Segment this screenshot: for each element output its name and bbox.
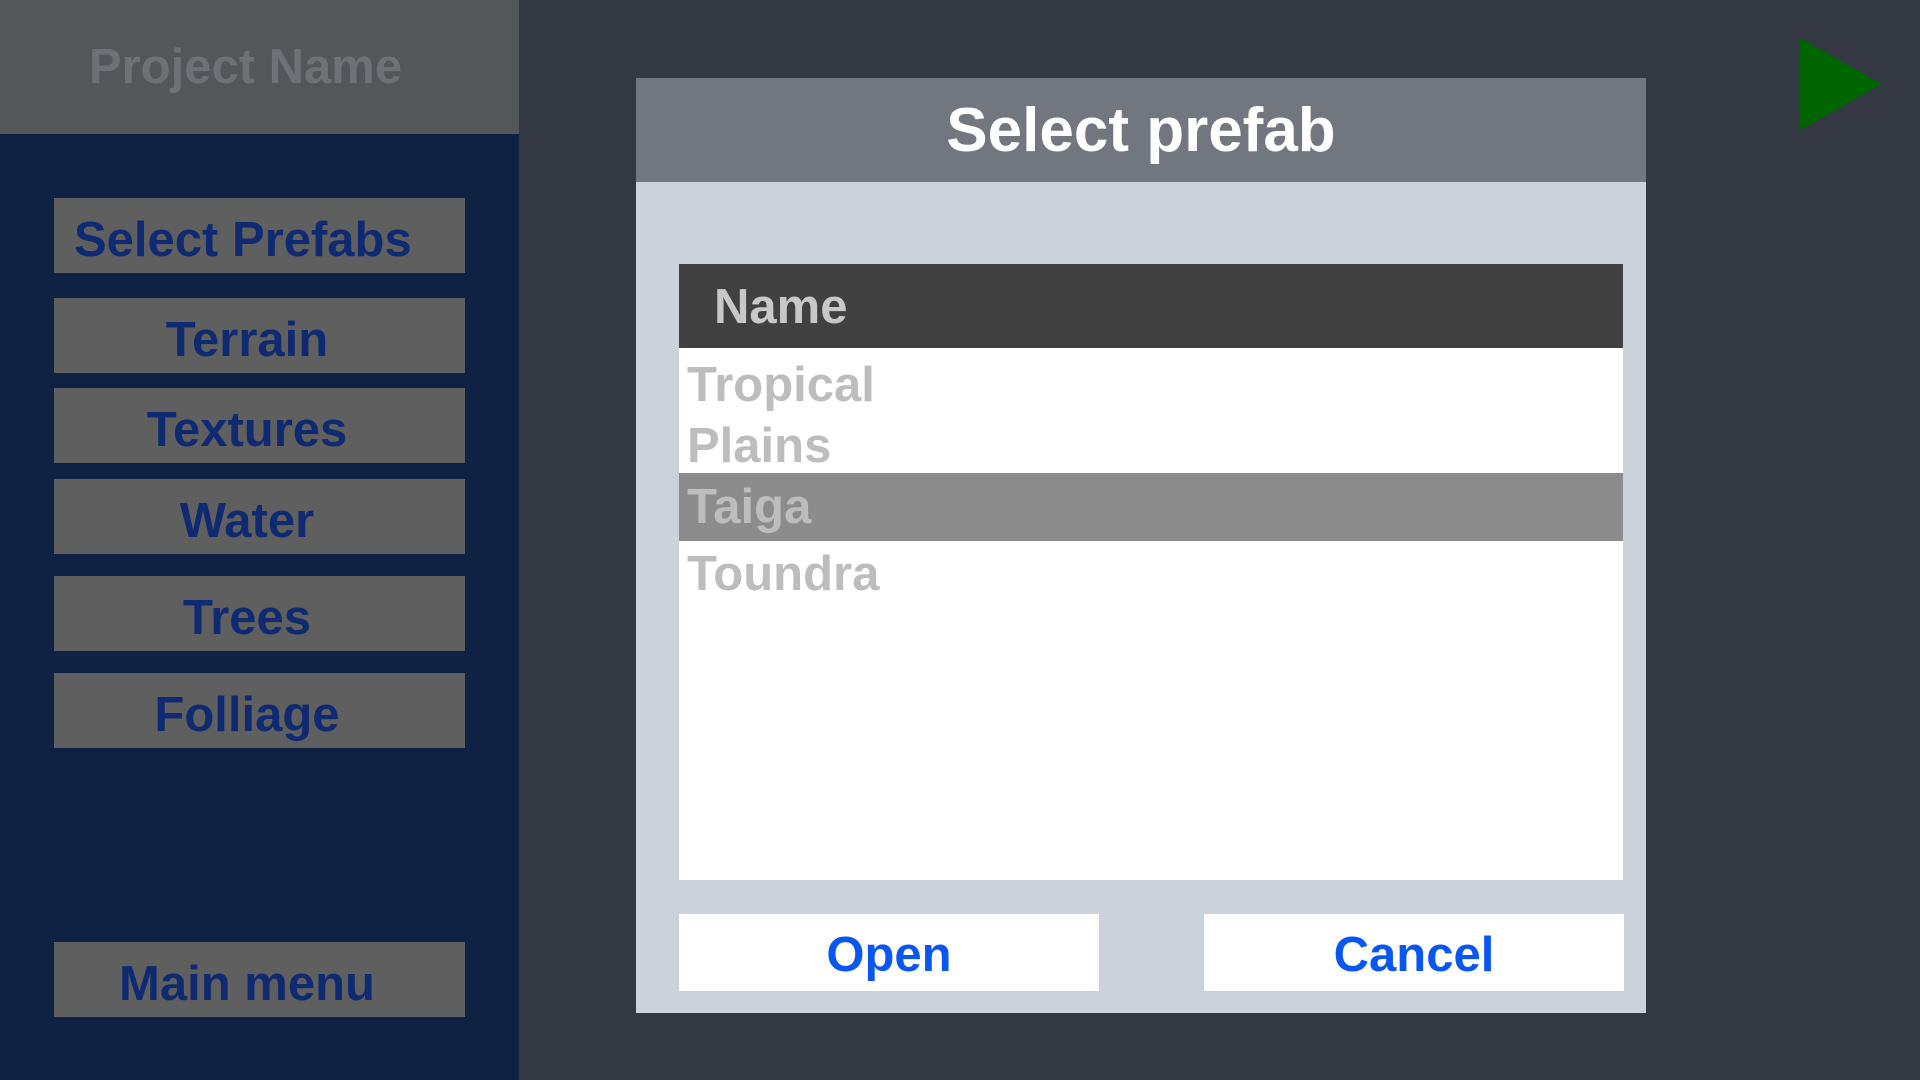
- select-prefab-dialog: Select prefab Name Tropical Plains Taiga…: [636, 78, 1646, 1013]
- terrain-button[interactable]: Terrain: [54, 298, 465, 373]
- cancel-button[interactable]: Cancel: [1204, 914, 1624, 991]
- textures-button[interactable]: Textures: [54, 388, 465, 463]
- trees-button[interactable]: Trees: [54, 576, 465, 651]
- sidebar: Project Name Select Prefabs Terrain Text…: [0, 0, 519, 1080]
- main-menu-button[interactable]: Main menu: [54, 942, 465, 1017]
- open-button[interactable]: Open: [679, 914, 1099, 991]
- list-item-toundra[interactable]: Toundra: [679, 543, 1623, 604]
- play-icon[interactable]: [1800, 38, 1882, 130]
- play-icon-shape: [1800, 38, 1882, 130]
- select-prefabs-button[interactable]: Select Prefabs: [54, 198, 465, 273]
- project-header: Project Name: [0, 0, 519, 134]
- list-item-plains[interactable]: Plains: [679, 415, 1623, 476]
- list-header[interactable]: Name: [679, 264, 1623, 348]
- prefab-list[interactable]: Name Tropical Plains Taiga Toundra: [679, 264, 1623, 880]
- list-item-tropical[interactable]: Tropical: [679, 354, 1623, 415]
- dialog-title-bar: Select prefab: [636, 78, 1646, 182]
- water-button[interactable]: Water: [54, 479, 465, 554]
- list-item-taiga[interactable]: Taiga: [679, 473, 1623, 541]
- name-column-header: Name: [714, 280, 848, 334]
- project-name: Project Name: [88, 40, 403, 94]
- folliage-button[interactable]: Folliage: [54, 673, 465, 748]
- dialog-title: Select prefab: [946, 95, 1336, 165]
